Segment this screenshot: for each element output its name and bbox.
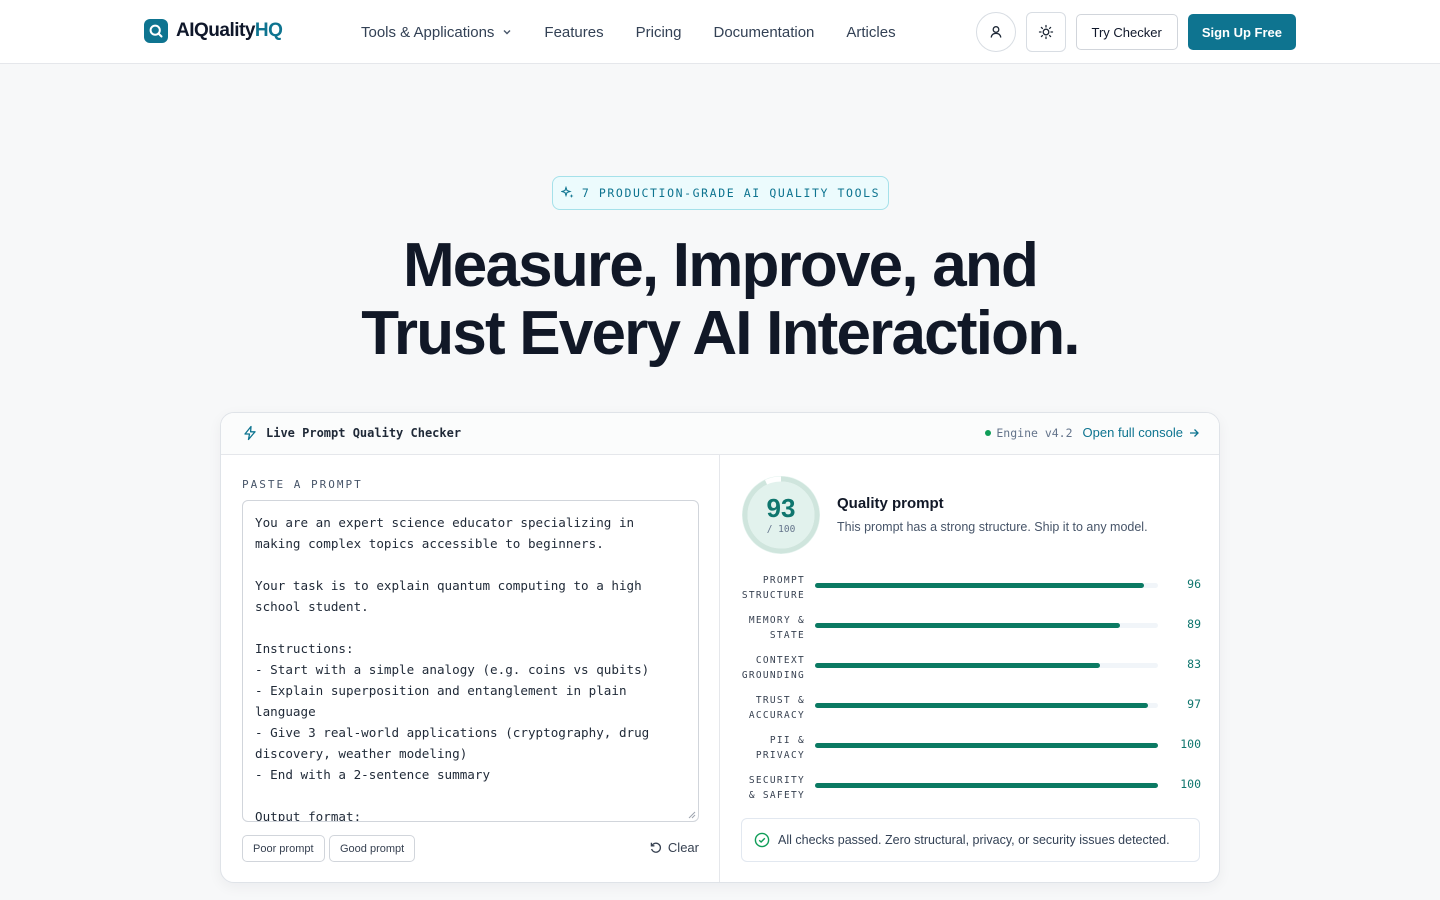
quality-score: 93 [766,493,796,523]
sparkles-icon [560,186,574,198]
metric-bar-fill [815,783,1158,788]
checker-title: Live Prompt Quality Checker [266,426,462,440]
metric-bar-fill [815,703,1148,708]
metric-row: CONTEXT GROUNDING 83 [741,653,1201,685]
nav-features[interactable]: Features [544,24,603,41]
theme-toggle-button[interactable] [1025,12,1066,52]
metric-row: PII & PRIVACY 100 [741,733,1201,765]
try-checker-button[interactable]: Try Checker [1075,14,1178,50]
metric-value: 97 [1187,697,1201,711]
hero-title: Measure, Improve, and Trust Every AI Int… [0,232,1440,368]
metric-bar-track [815,663,1158,668]
nav-pricing[interactable]: Pricing [636,24,682,41]
nav-documentation[interactable]: Documentation [713,24,814,41]
nav-links: Tools & Applications Features Pricing Do… [361,0,928,64]
metric-bar-track [815,583,1158,588]
poor-prompt-button[interactable]: Poor prompt [242,835,325,862]
metric-row: PROMPT STRUCTURE 96 [741,573,1201,605]
quality-score-max: / 100 [766,524,796,535]
metric-label: SECURITY & SAFETY [748,775,805,801]
metric-label: TRUST & ACCURACY [748,695,805,721]
checker-header: Live Prompt Quality Checker Engine v4.2 … [221,413,1219,455]
check-circle-icon [754,832,770,848]
arrow-right-icon [1190,428,1199,437]
metric-bar-fill [815,583,1145,588]
status-dot-icon [985,429,992,436]
metric-label: PROMPT STRUCTURE [741,575,805,601]
reset-icon [650,842,661,853]
metric-bar-fill [815,663,1100,668]
panel-divider [719,455,720,882]
metric-value: 100 [1180,777,1201,791]
metric-bar-track [815,703,1158,708]
hero-badge-text: 7 PRODUCTION-GRADE AI QUALITY TOOLS [581,186,881,200]
nav-tools-applications[interactable]: Tools & Applications [361,24,512,41]
metric-value: 83 [1187,657,1201,671]
engine-version: Engine v4.2 [985,426,1073,440]
metric-label: CONTEXT GROUNDING [741,655,805,681]
metric-label: PII & PRIVACY [755,735,805,761]
user-icon [990,26,1001,38]
hero-title-line-1: Measure, Improve, and [402,231,1039,300]
good-prompt-button[interactable]: Good prompt [329,835,416,862]
logo-search-icon [144,19,168,43]
quality-subtitle: This prompt has a strong structure. Ship… [837,520,1148,534]
metric-row: SECURITY & SAFETY 100 [741,773,1201,805]
lightning-icon [244,425,256,441]
prompt-checker-card: Live Prompt Quality Checker Engine v4.2 … [220,412,1220,883]
nav-articles[interactable]: Articles [846,24,895,41]
metric-bar-fill [815,623,1121,628]
prompt-textarea-value: You are an expert science educator speci… [255,515,650,822]
account-button[interactable] [975,12,1016,52]
sign-up-button[interactable]: Sign Up Free [1187,14,1296,50]
brand-name: AIQualityHQ [176,20,283,41]
metric-bar-track [815,743,1158,748]
clear-button[interactable]: Clear [649,840,699,855]
prompt-textarea[interactable]: You are an expert science educator speci… [242,500,699,822]
open-full-console-link[interactable]: Open full console [1083,425,1200,440]
brand-logo[interactable]: AIQualityHQ [144,19,283,43]
resize-handle-icon[interactable] [688,811,696,819]
checks-passed-banner: All checks passed. Zero structural, priv… [741,818,1200,862]
sun-icon [1038,24,1053,40]
metric-value: 89 [1187,617,1201,631]
top-nav: AIQualityHQ Tools & Applications Feature… [0,0,1440,64]
metric-bar-track [815,783,1158,788]
paste-prompt-label: PASTE A PROMPT [242,478,363,491]
metric-row: MEMORY & STATE 89 [741,613,1201,645]
metric-bar-track [815,623,1158,628]
chevron-down-icon [503,30,511,35]
metric-label: MEMORY & STATE [748,615,805,641]
nav-actions: Try Checker Sign Up Free [975,12,1296,52]
metric-value: 96 [1187,577,1201,591]
metric-bar-fill [815,743,1158,748]
quality-title: Quality prompt [837,495,944,512]
hero-title-line-2: Trust Every AI Interaction. [361,299,1080,368]
metric-row: TRUST & ACCURACY 97 [741,693,1201,725]
hero-badge: 7 PRODUCTION-GRADE AI QUALITY TOOLS [552,176,889,210]
metric-value: 100 [1180,737,1201,751]
